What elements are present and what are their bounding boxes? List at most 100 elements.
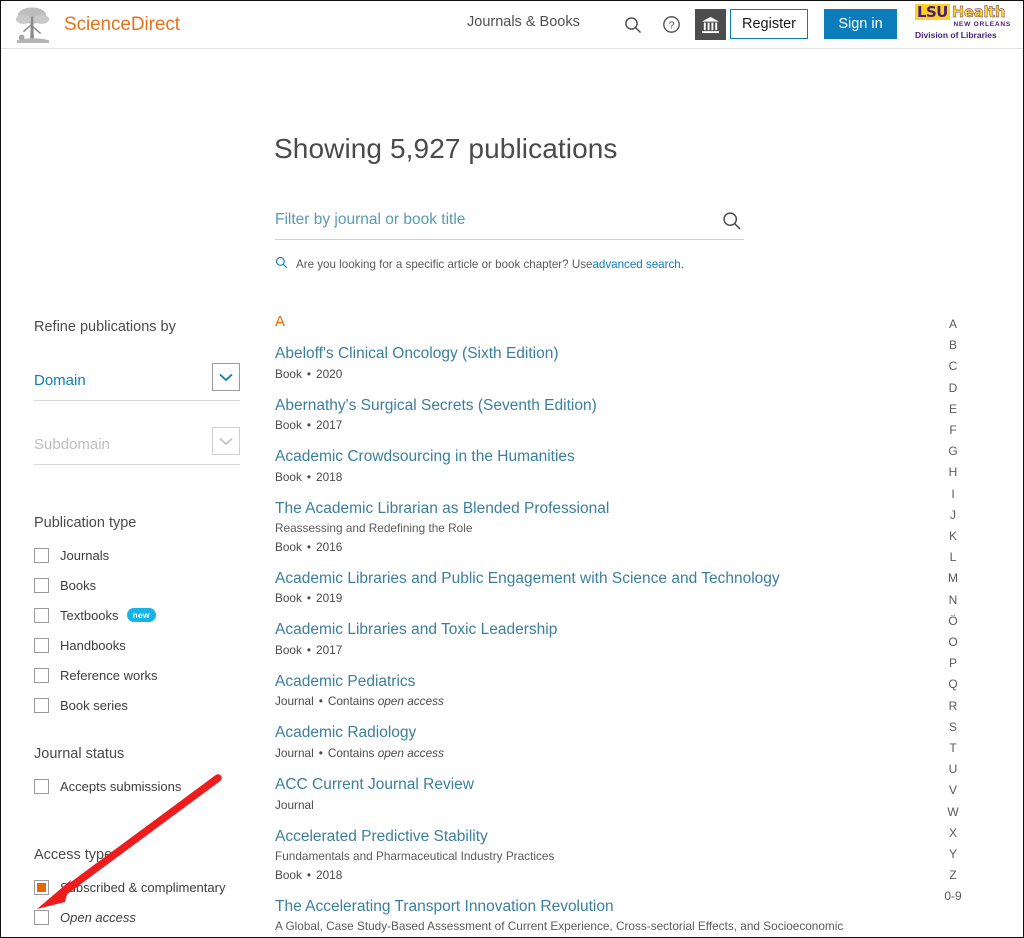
subdomain-dropdown-label: Subdomain (34, 436, 110, 453)
nav-journals-books[interactable]: Journals & Books (467, 14, 580, 30)
alphabet-index-item[interactable]: N (936, 590, 970, 611)
checkbox-open-access[interactable] (34, 909, 49, 925)
alphabet-index-item[interactable]: R (936, 696, 970, 717)
checkbox-books[interactable] (34, 577, 49, 593)
publication-item: Abeloff's Clinical Oncology (Sixth Editi… (275, 345, 905, 381)
alphabet-index-item[interactable]: Ö (936, 611, 970, 632)
publication-title-link[interactable]: Abernathy's Surgical Secrets (Seventh Ed… (275, 397, 597, 416)
alphabet-index-item[interactable]: 0-9 (936, 886, 970, 907)
checkbox-row-journals[interactable]: Journals (34, 542, 240, 568)
alphabet-index-item[interactable]: K (936, 526, 970, 547)
alphabet-index-item[interactable]: Z (936, 865, 970, 886)
checkbox-reference-works[interactable] (34, 667, 49, 683)
alphabet-index-item[interactable]: F (936, 420, 970, 441)
filter-input[interactable] (275, 211, 695, 229)
checkbox-row-subscribed-complimentary[interactable]: Subscribed & complimentary (34, 874, 240, 900)
subdomain-dropdown[interactable]: Subdomain (34, 427, 240, 465)
alphabet-index-item[interactable]: A (936, 314, 970, 335)
help-icon[interactable]: ? (657, 9, 685, 40)
publication-meta-separator: • (306, 591, 312, 606)
signin-button[interactable]: Sign in (824, 9, 897, 39)
checkbox-book-series[interactable] (34, 697, 49, 713)
facet-publication-type: Publication type Journals Books Textbook… (34, 515, 240, 718)
alphabet-index-item[interactable]: V (936, 780, 970, 801)
alphabet-index-item[interactable]: L (936, 547, 970, 568)
publication-type: Book (275, 469, 302, 484)
checkbox-row-handbooks[interactable]: Handbooks (34, 632, 240, 658)
checkbox-row-contains-open-access[interactable]: Contains open access (34, 934, 240, 937)
lsu-logo-health-text: Health (951, 3, 1006, 21)
publication-title-link[interactable]: Academic Crowdsourcing in the Humanities (275, 448, 575, 467)
checkbox-row-book-series[interactable]: Book series (34, 692, 240, 718)
publication-type: Book (275, 591, 302, 606)
alphabet-index-item[interactable]: Y (936, 844, 970, 865)
alphabet-index-item[interactable]: O (936, 632, 970, 653)
filter-search-icon[interactable] (722, 211, 742, 236)
publication-type: Journal (275, 797, 314, 812)
publication-meta: Book • 2016 (275, 540, 905, 554)
subscribed-complimentary-checkbox[interactable] (34, 879, 49, 895)
alphabet-index-item[interactable]: C (936, 356, 970, 377)
advanced-search-text: Are you looking for a specific article o… (296, 257, 593, 271)
search-icon[interactable] (619, 9, 647, 40)
publication-title-link[interactable]: Academic Libraries and Toxic Leadership (275, 621, 557, 640)
publication-title-link[interactable]: Academic Pediatrics (275, 673, 415, 692)
publication-subtitle: Fundamentals and Pharmaceutical Industry… (275, 849, 555, 864)
publication-title-link[interactable]: Accelerated Predictive Stability (275, 828, 488, 847)
checkbox-accepts-submissions[interactable] (34, 778, 49, 794)
brand-name: ScienceDirect (64, 13, 180, 35)
checkbox-handbooks[interactable] (34, 637, 49, 653)
svg-text:?: ? (668, 20, 674, 32)
publication-title-link[interactable]: The Academic Librarian as Blended Profes… (275, 500, 609, 519)
publication-item: Academic Libraries and Toxic Leadership B… (275, 621, 905, 657)
alphabet-index-item[interactable]: H (936, 462, 970, 483)
alphabet-index-item[interactable]: X (936, 823, 970, 844)
publication-meta-separator: • (306, 539, 312, 554)
publication-title-link[interactable]: Academic Libraries and Public Engagement… (275, 570, 780, 589)
sciencedirect-brand-link[interactable]: ScienceDirect (14, 4, 180, 45)
alphabet-index-item[interactable]: W (936, 802, 970, 823)
alphabet-index-item[interactable]: G (936, 441, 970, 462)
lsu-logo-wordmark: LSU Health (915, 4, 1013, 20)
facet-title-access-type: Access type (34, 847, 113, 863)
register-button[interactable]: Register (730, 9, 808, 39)
alphabet-index-item[interactable]: Q (936, 674, 970, 695)
publication-title-link[interactable]: Academic Radiology (275, 724, 416, 743)
page-title: Showing 5,927 publications (274, 133, 618, 164)
publication-title-link[interactable]: ACC Current Journal Review (275, 776, 474, 795)
checkbox-row-accepts-submissions[interactable]: Accepts submissions (34, 773, 240, 799)
checkbox-label-handbooks: Handbooks (60, 637, 126, 653)
institution-icon[interactable] (695, 9, 726, 40)
chevron-down-icon[interactable] (212, 427, 240, 455)
checkbox-journals[interactable] (34, 547, 49, 563)
alphabet-index-item[interactable]: I (936, 484, 970, 505)
checkbox-row-reference-works[interactable]: Reference works (34, 662, 240, 688)
alphabet-index-item[interactable]: U (936, 759, 970, 780)
alphabet-index-item[interactable]: M (936, 568, 970, 589)
checkbox-label-open-access: Open access (60, 910, 136, 925)
checkbox-textbooks[interactable] (34, 607, 49, 623)
chevron-down-icon[interactable] (212, 363, 240, 391)
domain-dropdown[interactable]: Domain (34, 363, 240, 401)
publication-title-link[interactable]: The Accelerating Transport Innovation Re… (275, 898, 614, 917)
publication-subtitle: A Global, Case Study-Based Assessment of… (275, 919, 844, 937)
lsu-health-library-logo[interactable]: LSU Health NEW ORLEANS Division of Libra… (915, 4, 1013, 40)
checkbox-row-books[interactable]: Books (34, 572, 240, 598)
publication-title-link[interactable]: Abeloff's Clinical Oncology (Sixth Editi… (275, 345, 559, 364)
checkbox-label-book-series: Book series (60, 697, 128, 713)
refine-heading: Refine publications by (34, 319, 176, 335)
alphabet-index-item[interactable]: J (936, 505, 970, 526)
checkbox-row-open-access[interactable]: Open access (34, 904, 240, 930)
alphabet-index-item[interactable]: S (936, 717, 970, 738)
checkbox-row-textbooks[interactable]: Textbooks new (34, 602, 240, 628)
publication-access-prefix: Contains (327, 694, 378, 709)
alphabet-index-item[interactable]: D (936, 378, 970, 399)
elsevier-tree-logo (14, 4, 52, 45)
alphabet-index-item[interactable]: P (936, 653, 970, 674)
alphabet-index-item[interactable]: B (936, 335, 970, 356)
facet-title-publication-type: Publication type (34, 515, 137, 531)
advanced-search-link[interactable]: advanced search (592, 258, 680, 271)
alphabet-index-item[interactable]: T (936, 738, 970, 759)
sciencedirect-publications-page: ScienceDirect Journals & Books ? Registe… (0, 0, 1024, 938)
alphabet-index-item[interactable]: E (936, 399, 970, 420)
